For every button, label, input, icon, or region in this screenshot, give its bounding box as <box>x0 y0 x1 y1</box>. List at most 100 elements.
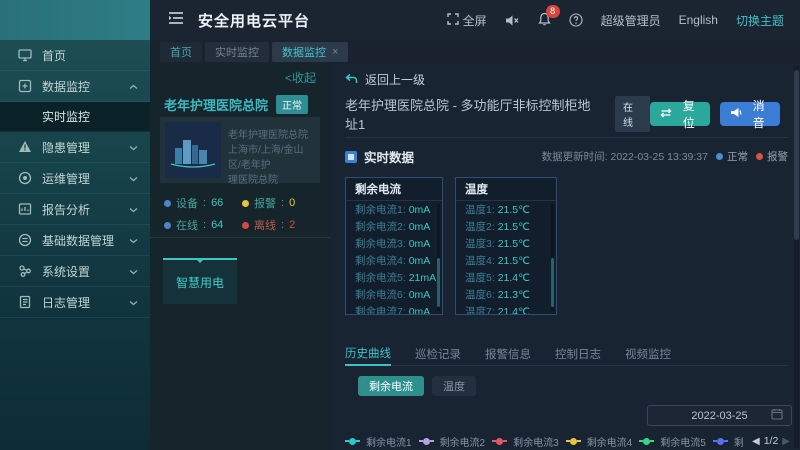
site-name[interactable]: 老年护理医院总院 <box>164 95 268 114</box>
settings-icon <box>18 264 32 278</box>
building-image <box>165 122 221 178</box>
sidebar-item-report-analysis[interactable]: 报告分析 <box>0 194 150 225</box>
tab-realtime-monitoring[interactable]: 实时监控 <box>205 42 269 62</box>
online-dot <box>164 222 171 229</box>
data-row: 剩余电流30mA <box>346 235 442 252</box>
calendar-icon <box>771 407 783 425</box>
temperature-button[interactable]: 温度 <box>432 376 476 396</box>
tab-alarm-info[interactable]: 报警信息 <box>485 342 531 366</box>
sidebar-item-system-settings[interactable]: 系统设置 <box>0 256 150 287</box>
legend-item[interactable]: 剩余电流2 <box>419 434 486 449</box>
stat-value: 64 <box>211 219 223 231</box>
user-role[interactable]: 超级管理员 <box>601 12 661 29</box>
horn-icon <box>730 107 742 121</box>
legend-item[interactable]: 剩余电流4 <box>566 434 633 449</box>
realtime-cards: 剩余电流 剩余电流10mA 剩余电流20mA 剩余电流30mA 剩余电流40mA… <box>345 177 557 315</box>
next-page-icon[interactable]: ▶ <box>782 436 790 447</box>
date-value: 2022-03-25 <box>691 410 747 422</box>
data-row: 温度221.5℃ <box>456 218 556 235</box>
tab-home[interactable]: 首页 <box>160 42 202 62</box>
sidebar-item-base-data-management[interactable]: 基础数据管理 <box>0 225 150 256</box>
stat-value: 2 <box>289 219 295 231</box>
prev-page-icon[interactable]: ◀ <box>752 436 760 447</box>
offline-dot <box>242 222 249 229</box>
reset-button[interactable]: 复位 <box>650 102 710 126</box>
data-row: 温度721.4℃ <box>456 303 556 315</box>
normal-dot <box>716 153 723 160</box>
panel-divider <box>150 237 330 238</box>
residual-current-button[interactable]: 剩余电流 <box>358 376 424 396</box>
device-title-row: 老年护理医院总院 - 多功能厅非标控制柜地址1 在线 复位 消音 <box>345 100 780 128</box>
chevron-down-icon <box>129 233 138 247</box>
tab-control-log[interactable]: 控制日志 <box>555 342 601 366</box>
site-stats: 设备: 66 报警: 0 在线: 64 离线: 2 <box>164 192 320 236</box>
card-scrollbar[interactable] <box>551 204 554 311</box>
sidebar-item-realtime-monitoring[interactable]: 实时监控 <box>0 102 150 132</box>
page-scrollbar[interactable] <box>794 66 799 448</box>
speaker-mute-icon[interactable] <box>505 14 520 27</box>
tab-history-curve[interactable]: 历史曲线 <box>345 342 391 366</box>
stat-offline: 离线: 2 <box>242 214 320 236</box>
app-window: 安全用电云平台 全屏 8 超级管理员 English 切换主题 首页 <box>0 0 800 450</box>
scrollbar-thumb[interactable] <box>551 258 554 307</box>
residual-current-card[interactable]: 剩余电流 剩余电流10mA 剩余电流20mA 剩余电流30mA 剩余电流40mA… <box>345 177 443 315</box>
legend-item[interactable]: 剩余电流3 <box>492 434 559 449</box>
sidebar-item-data-monitoring[interactable]: 数据监控 <box>0 71 150 102</box>
logo-block <box>0 0 150 40</box>
page-tab-bar: 首页 实时监控 数据监控 × <box>150 40 800 64</box>
sidebar-nav: 首页 数据监控 实时监控 隐患管理 运维管理 报告分析 基础数据管理 <box>0 40 150 450</box>
stat-value: 0 <box>289 197 295 209</box>
card-scrollbar[interactable] <box>437 204 440 311</box>
legend-item[interactable]: 剩余电流6 <box>713 434 743 449</box>
sidebar-item-log-management[interactable]: 日志管理 <box>0 287 150 318</box>
stat-value: 66 <box>211 197 223 209</box>
help-icon[interactable] <box>569 13 583 27</box>
base-data-icon <box>18 233 32 247</box>
data-row: 温度621.3℃ <box>456 286 556 303</box>
sidebar-item-hazard-management[interactable]: 隐患管理 <box>0 132 150 163</box>
scrollbar-thumb[interactable] <box>437 258 440 307</box>
data-row: 剩余电流70mA <box>346 303 442 315</box>
update-time: 数据更新时间: 2022-03-25 13:39:37 <box>542 149 708 164</box>
card-title: 剩余电流 <box>346 178 442 201</box>
home-icon <box>18 48 32 62</box>
data-row: 温度421.5℃ <box>456 252 556 269</box>
site-info-card[interactable]: 老年护理医院总院 上海市/上海/金山区/老年护 理医院总院 <box>160 117 320 183</box>
language-switch[interactable]: English <box>679 13 718 27</box>
log-icon <box>18 295 32 309</box>
legend-normal: 正常 <box>716 149 748 164</box>
menu-fold-icon[interactable] <box>168 11 184 30</box>
device-title: 老年护理医院总院 - 多功能厅非标控制柜地址1 <box>345 95 603 133</box>
triangle-marker <box>195 258 205 263</box>
sidebar-item-ops-management[interactable]: 运维管理 <box>0 163 150 194</box>
mute-button[interactable]: 消音 <box>720 102 780 126</box>
sidebar-item-home[interactable]: 首页 <box>0 40 150 71</box>
temperature-card[interactable]: 温度 温度121.5℃ 温度221.5℃ 温度321.5℃ 温度421.5℃ 温… <box>455 177 557 315</box>
notifications-button[interactable]: 8 <box>538 12 551 29</box>
legend-item[interactable]: 剩余电流1 <box>345 434 412 449</box>
theme-toggle[interactable]: 切换主题 <box>736 12 784 29</box>
legend-dot <box>570 438 577 445</box>
date-picker[interactable]: 2022-03-25 <box>647 405 792 426</box>
legend-item[interactable]: 剩余电流5 <box>639 434 706 449</box>
site-panel: <收起 老年护理医院总院 正常 老年护理医院总院 上海市/上海/金山区/老年护 … <box>150 64 330 450</box>
close-icon[interactable]: × <box>332 46 338 58</box>
chevron-down-icon <box>129 295 138 309</box>
collapse-panel-link[interactable]: <收起 <box>285 69 316 86</box>
data-row: 剩余电流40mA <box>346 252 442 269</box>
tab-video-monitoring[interactable]: 视频监控 <box>625 342 671 366</box>
device-dot <box>164 200 171 207</box>
card-title: 温度 <box>456 178 556 201</box>
alarm-dot <box>756 153 763 160</box>
tab-data-monitoring[interactable]: 数据监控 × <box>272 42 348 62</box>
smart-power-card[interactable]: 智慧用电 <box>163 258 237 304</box>
realtime-section-header: 实时数据 数据更新时间: 2022-03-25 13:39:37 正常 报警 <box>345 147 788 166</box>
tab-inspection-records[interactable]: 巡检记录 <box>415 342 461 366</box>
scrollbar-thumb[interactable] <box>794 70 799 240</box>
back-button[interactable]: 返回上一级 <box>345 71 425 88</box>
ops-icon <box>18 171 32 185</box>
data-row: 温度321.5℃ <box>456 235 556 252</box>
fullscreen-button[interactable]: 全屏 <box>447 12 487 29</box>
header-actions: 全屏 8 超级管理员 English 切换主题 <box>447 12 800 29</box>
site-address: 老年护理医院总院 上海市/上海/金山区/老年护 理医院总院 <box>228 122 315 178</box>
